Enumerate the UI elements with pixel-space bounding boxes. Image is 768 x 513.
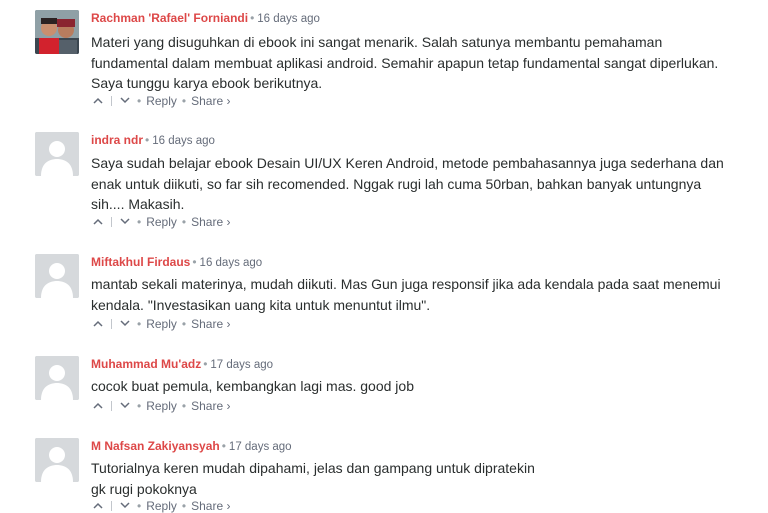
comment-text-line: enak untuk diikuti, so far sih recomende… — [91, 175, 702, 192]
upvote-button[interactable] — [91, 402, 105, 409]
reply-button[interactable]: Reply — [146, 317, 177, 331]
chevron-down-icon — [120, 402, 130, 409]
meta-bullet: • — [250, 11, 255, 25]
footer-bullet: • — [137, 214, 142, 229]
comment-text-line: sih.... Makasih. — [91, 196, 185, 212]
comment-body: cocok buat pemula, kembangkan lagi mas. … — [91, 376, 731, 397]
upvote-button[interactable] — [91, 502, 105, 509]
chevron-up-icon — [93, 219, 103, 225]
upvote-button[interactable] — [91, 97, 105, 104]
avatar[interactable] — [35, 356, 79, 400]
comment-body: Saya sudah belajar ebook Desain UI/UX Ke… — [91, 153, 731, 215]
chevron-up-icon — [93, 503, 103, 509]
upvote-button[interactable] — [91, 320, 105, 327]
comment-footer: • Reply • Share › — [91, 214, 230, 229]
footer-bullet: • — [181, 316, 187, 331]
meta-bullet: • — [145, 133, 150, 147]
comment-body: Materi yang disuguhkan di ebook ini sang… — [91, 32, 731, 94]
vote-divider — [111, 500, 112, 511]
comment-timestamp[interactable]: 17 days ago — [229, 441, 292, 453]
chevron-down-icon — [120, 97, 130, 104]
comment-text-line: Saya tunggu karya ebook berikutnya. — [91, 75, 323, 91]
share-button[interactable]: Share › — [191, 399, 230, 413]
downvote-button[interactable] — [118, 402, 132, 409]
comment-footer: • Reply • Share › — [91, 93, 230, 108]
comment-timestamp[interactable]: 16 days ago — [152, 135, 215, 147]
chevron-down-icon — [120, 502, 130, 509]
default-avatar-icon — [35, 356, 79, 400]
vote-divider — [111, 216, 112, 227]
comment-author[interactable]: M Nafsan Zakiyansyah — [91, 439, 220, 453]
meta-bullet: • — [203, 357, 208, 371]
vote-divider — [111, 400, 112, 411]
reply-button[interactable]: Reply — [146, 94, 177, 108]
downvote-button[interactable] — [118, 218, 132, 225]
downvote-button[interactable] — [118, 97, 132, 104]
avatar[interactable] — [35, 438, 79, 482]
comment-text-line: Saya sudah belajar ebook Desain UI/UX Ke… — [91, 155, 724, 171]
share-button[interactable]: Share › — [191, 215, 230, 229]
avatar[interactable] — [35, 254, 79, 298]
comment-text-line: gk rugi pokoknya — [91, 480, 197, 497]
chevron-down-icon — [120, 218, 130, 225]
reply-button[interactable]: Reply — [146, 499, 177, 513]
chevron-up-icon — [93, 98, 103, 104]
comment-author[interactable]: Muhammad Mu'adz — [91, 357, 201, 371]
comment-footer: • Reply • Share › — [91, 398, 230, 413]
footer-bullet: • — [181, 214, 187, 229]
footer-bullet: • — [181, 398, 187, 413]
default-avatar-icon — [35, 254, 79, 298]
comment-timestamp[interactable]: 17 days ago — [210, 359, 273, 371]
comment-footer: • Reply • Share › — [91, 498, 230, 513]
comment-author[interactable]: Miftakhul Firdaus — [91, 255, 190, 269]
vote-divider — [111, 318, 112, 329]
meta-bullet: • — [192, 255, 197, 269]
default-avatar-icon — [35, 438, 79, 482]
comment-text-line: Tutorialnya keren mudah dipahami, jelas … — [91, 460, 535, 476]
user-photo-icon — [35, 10, 79, 54]
comment-timestamp[interactable]: 16 days ago — [257, 13, 320, 25]
footer-bullet: • — [137, 398, 142, 413]
comment-author[interactable]: indra ndr — [91, 133, 143, 147]
footer-bullet: • — [137, 498, 142, 513]
reply-button[interactable]: Reply — [146, 399, 177, 413]
comment-text-line: fundamental dalam membuat aplikasi andro… — [91, 54, 719, 71]
meta-bullet: • — [221, 439, 226, 453]
reply-button[interactable]: Reply — [146, 215, 177, 229]
downvote-button[interactable] — [118, 320, 132, 327]
vote-divider — [111, 95, 112, 106]
upvote-button[interactable] — [91, 218, 105, 225]
comment-timestamp[interactable]: 16 days ago — [200, 257, 263, 269]
avatar[interactable] — [35, 132, 79, 176]
comment-footer: • Reply • Share › — [91, 316, 230, 331]
comment-body: mantab sekali materinya, mudah diikuti. … — [91, 274, 731, 315]
downvote-button[interactable] — [118, 502, 132, 509]
share-button[interactable]: Share › — [191, 317, 230, 331]
footer-bullet: • — [181, 93, 187, 108]
comment-body: Tutorialnya keren mudah dipahami, jelas … — [91, 458, 731, 499]
footer-bullet: • — [181, 498, 187, 513]
footer-bullet: • — [137, 93, 142, 108]
avatar[interactable] — [35, 10, 79, 54]
comment-text-line: Materi yang disuguhkan di ebook ini sang… — [91, 34, 663, 50]
comment-author[interactable]: Rachman 'Rafael' Forniandi — [91, 11, 248, 25]
chevron-down-icon — [120, 320, 130, 327]
default-avatar-icon — [35, 132, 79, 176]
share-button[interactable]: Share › — [191, 94, 230, 108]
chevron-up-icon — [93, 403, 103, 409]
share-button[interactable]: Share › — [191, 499, 230, 513]
comment-text-line: mantab sekali materinya, mudah diikuti. … — [91, 276, 721, 292]
chevron-up-icon — [93, 321, 103, 327]
comment-text-line: kendala. "Investasikan uang kita untuk m… — [91, 296, 431, 313]
comment-text-line: cocok buat pemula, kembangkan lagi mas. … — [91, 378, 414, 394]
footer-bullet: • — [137, 316, 142, 331]
